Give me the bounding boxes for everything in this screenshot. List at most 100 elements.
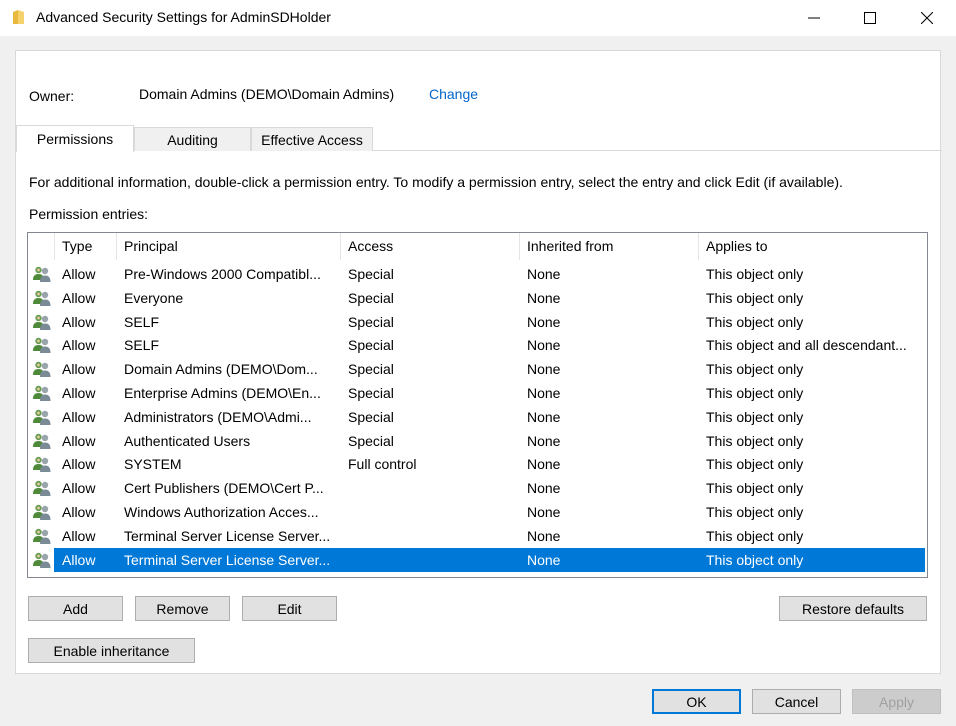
cell-access bbox=[341, 524, 520, 548]
remove-button[interactable]: Remove bbox=[135, 596, 230, 621]
cell-inherited-from: None bbox=[527, 551, 561, 568]
tab-strip: Permissions Auditing Effective Access bbox=[16, 125, 942, 152]
table-row[interactable]: Allow SELF Special None This object only bbox=[28, 310, 927, 334]
cell-principal: Domain Admins (DEMO\Dom... bbox=[124, 361, 318, 378]
users-icon bbox=[33, 528, 51, 544]
cell-applies-to: This object only bbox=[706, 432, 804, 449]
tab-auditing[interactable]: Auditing bbox=[134, 127, 251, 151]
cell-access bbox=[341, 500, 520, 524]
cell-type: Allow bbox=[62, 313, 96, 330]
table-row[interactable]: Allow Terminal Server License Server... No… bbox=[28, 547, 927, 572]
cell-principal: Everyone bbox=[124, 289, 184, 306]
maximize-icon bbox=[864, 12, 876, 24]
cell-applies-to: This object only bbox=[706, 289, 804, 306]
permission-entries-list[interactable]: Type Principal Access Inherited from App… bbox=[27, 232, 928, 578]
cell-principal: Pre-Windows 2000 Compatibl... bbox=[124, 266, 321, 282]
cell-principal: Cert Publishers (DEMO\Cert P... bbox=[124, 480, 324, 497]
cell-applies-to: This object only bbox=[706, 480, 804, 497]
cell-inherited-from: None bbox=[527, 527, 561, 544]
cell-inherited-from: None bbox=[527, 408, 561, 425]
cell-access: Special bbox=[348, 361, 394, 378]
table-row[interactable]: Allow Terminal Server License Server... No… bbox=[28, 524, 927, 548]
enable-inheritance-button[interactable]: Enable inheritance bbox=[28, 638, 195, 663]
cell-principal: Enterprise Admins (DEMO\En... bbox=[124, 385, 321, 401]
owner-value: Domain Admins (DEMO\Domain Admins) bbox=[139, 86, 395, 102]
column-header-inherited-from[interactable]: Inherited from bbox=[520, 233, 699, 260]
cell-type: Allow bbox=[62, 456, 96, 473]
cell-type: Allow bbox=[62, 480, 96, 497]
cell-inherited-from: None bbox=[527, 289, 561, 306]
cell-access bbox=[341, 548, 520, 572]
table-row[interactable]: Allow Domain Admins (DEMO\Dom... Special No… bbox=[28, 357, 927, 381]
owner-label: Owner: bbox=[29, 88, 75, 104]
table-row[interactable]: Allow Enterprise Admins (DEMO\En... Specia… bbox=[28, 381, 927, 405]
cell-principal: Administrators (DEMO\Admi... bbox=[124, 408, 312, 425]
cell-access: Special bbox=[348, 289, 394, 306]
folder-icon bbox=[13, 10, 24, 24]
users-icon bbox=[33, 504, 51, 520]
cell-access: Special bbox=[348, 385, 394, 401]
cell-access: Special bbox=[348, 266, 394, 282]
users-icon bbox=[33, 361, 51, 378]
icon-column-header[interactable] bbox=[28, 233, 55, 260]
table-row[interactable]: Allow SELF Special None This object and all … bbox=[28, 333, 927, 357]
tab-effective-access[interactable]: Effective Access bbox=[251, 127, 373, 151]
column-header-applies-to[interactable]: Applies to bbox=[699, 233, 925, 260]
cell-applies-to: This object only bbox=[706, 527, 804, 544]
cell-applies-to: This object only bbox=[706, 551, 804, 568]
cell-access: Full control bbox=[348, 456, 417, 473]
maximize-button[interactable] bbox=[842, 0, 898, 36]
cell-inherited-from: None bbox=[527, 480, 561, 497]
users-icon bbox=[33, 552, 51, 568]
title-bar: Advanced Security Settings for AdminSDHo… bbox=[0, 0, 956, 36]
close-button[interactable] bbox=[899, 0, 955, 36]
users-icon bbox=[33, 433, 51, 449]
cell-inherited-from: None bbox=[527, 432, 561, 449]
cell-principal: Terminal Server License Server... bbox=[124, 551, 331, 568]
cell-inherited-from: None bbox=[527, 456, 561, 473]
cell-inherited-from: None bbox=[527, 504, 561, 520]
table-row[interactable]: Allow Authenticated Users Special None This … bbox=[28, 429, 927, 453]
cell-applies-to: This object and all descendant... bbox=[706, 337, 907, 354]
info-text: For additional information, double-click… bbox=[29, 174, 843, 190]
cell-applies-to: This object only bbox=[706, 266, 804, 282]
cell-type: Allow bbox=[62, 432, 96, 449]
users-icon bbox=[33, 290, 51, 306]
table-row[interactable]: Allow Windows Authorization Acces... None T… bbox=[28, 500, 927, 524]
permission-entries-label: Permission entries: bbox=[29, 206, 149, 222]
table-row[interactable]: Allow Administrators (DEMO\Admi... Special… bbox=[28, 405, 927, 429]
users-icon bbox=[33, 409, 51, 425]
cell-applies-to: This object only bbox=[706, 313, 804, 330]
main-panel: Owner: Domain Admins (DEMO\Domain Admins… bbox=[15, 50, 942, 674]
edit-button[interactable]: Edit bbox=[242, 596, 337, 621]
tab-permissions[interactable]: Permissions bbox=[16, 125, 134, 152]
close-icon bbox=[921, 12, 933, 24]
cell-type: Allow bbox=[62, 504, 96, 520]
change-owner-link[interactable]: Change bbox=[429, 86, 478, 102]
cell-access: Special bbox=[348, 408, 394, 425]
table-row[interactable]: Allow Cert Publishers (DEMO\Cert P... None… bbox=[28, 476, 927, 500]
apply-button[interactable]: Apply bbox=[852, 689, 941, 714]
restore-defaults-button[interactable]: Restore defaults bbox=[779, 596, 927, 621]
list-header: Type Principal Access Inherited from App… bbox=[28, 233, 927, 260]
cell-access: Special bbox=[348, 432, 394, 449]
column-header-principal[interactable]: Principal bbox=[117, 233, 341, 260]
table-row[interactable]: Allow Pre-Windows 2000 Compatibl... Specia… bbox=[28, 262, 927, 286]
table-row[interactable]: Allow Everyone Special None This object only bbox=[28, 286, 927, 310]
cell-applies-to: This object only bbox=[706, 385, 804, 401]
users-icon bbox=[33, 338, 51, 354]
cell-inherited-from: None bbox=[527, 361, 561, 378]
cell-type: Allow bbox=[62, 385, 96, 401]
cell-type: Allow bbox=[62, 527, 96, 544]
add-button[interactable]: Add bbox=[28, 596, 123, 621]
cell-type: Allow bbox=[62, 551, 96, 568]
cancel-button[interactable]: Cancel bbox=[752, 689, 841, 714]
minimize-button[interactable] bbox=[786, 0, 842, 36]
users-icon bbox=[33, 266, 51, 282]
column-header-access[interactable]: Access bbox=[341, 233, 520, 260]
table-row[interactable]: Allow SYSTEM Full control None This object o… bbox=[28, 452, 927, 476]
ok-button[interactable]: OK bbox=[652, 689, 741, 714]
column-header-type[interactable]: Type bbox=[55, 233, 117, 260]
cell-principal: Windows Authorization Acces... bbox=[124, 504, 319, 520]
cell-access bbox=[341, 476, 520, 500]
